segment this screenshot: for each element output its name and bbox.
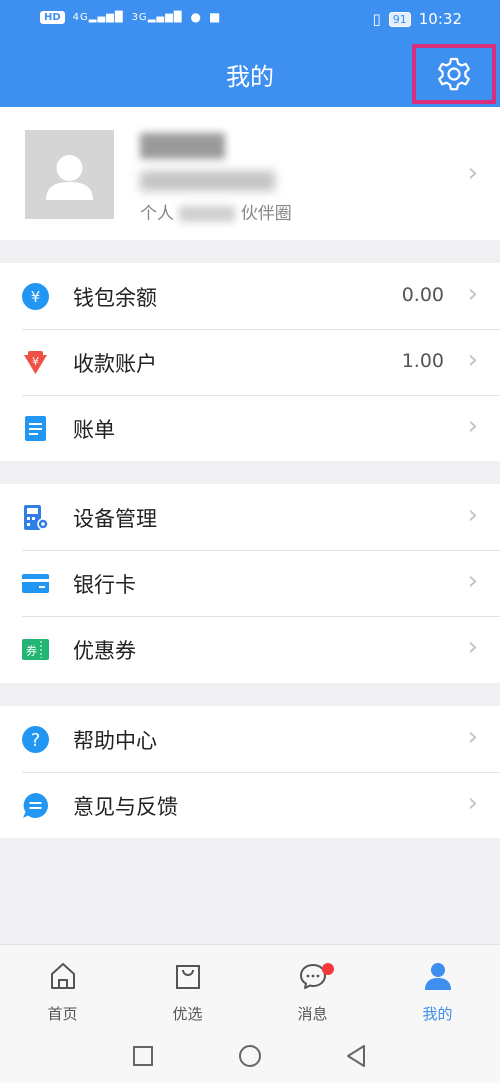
shopping-bag-icon (176, 965, 200, 989)
clock: 10:32 (418, 10, 462, 28)
chevron-right-icon: › (467, 788, 478, 818)
payment-account-label: 收款账户 (73, 352, 157, 376)
profile-card[interactable]: 个人 伙伴圈 › (0, 107, 500, 240)
bank-card-label: 银行卡 (73, 573, 136, 597)
svg-text:?: ? (31, 730, 41, 751)
person-icon (425, 963, 451, 990)
chevron-right-icon: › (467, 566, 478, 596)
wallet-balance-label: 钱包余额 (73, 286, 157, 310)
coupon-label: 优惠券 (73, 639, 136, 663)
yen-circle-icon: ¥ (22, 283, 49, 310)
svg-text:¥: ¥ (31, 288, 41, 306)
settings-button[interactable] (412, 44, 496, 104)
wallet-balance-value: 0.00 (401, 284, 444, 306)
avatar (25, 130, 114, 219)
home-icon (51, 963, 75, 989)
menu-group-finance: ¥ 钱包余额 0.00 › ¥ 收款账户 1.00 › 账单 › (0, 263, 500, 461)
feedback-label: 意见与反馈 (73, 795, 178, 819)
menu-group-support: ? 帮助中心 › 意见与反馈 › (0, 706, 500, 838)
system-navigation-bar (0, 1028, 500, 1083)
tab-mine[interactable]: 我的 (375, 945, 500, 1029)
vibrate-icon: ▯ (372, 10, 381, 28)
coupon-icon: 券 (22, 639, 49, 660)
chevron-right-icon: › (467, 500, 478, 530)
svg-text:¥: ¥ (32, 355, 39, 368)
tab-home[interactable]: 首页 (0, 945, 125, 1029)
wallet-balance-row[interactable]: ¥ 钱包余额 0.00 › (0, 263, 500, 329)
feedback-chat-icon (23, 793, 48, 818)
gear-icon (438, 57, 470, 91)
help-icon: ? (22, 726, 49, 753)
credit-card-icon (22, 574, 49, 593)
device-management-label: 设备管理 (73, 507, 157, 531)
app-notification-icon: ● (190, 10, 201, 24)
chevron-right-icon: › (467, 279, 478, 309)
tab-featured[interactable]: 优选 (125, 945, 250, 1029)
profile-phone-redacted (140, 171, 275, 191)
tab-home-label: 首页 (47, 1005, 78, 1023)
chevron-right-icon: › (467, 345, 478, 375)
device-management-row[interactable]: 设备管理 › (0, 484, 500, 550)
chevron-right-icon: › (467, 722, 478, 752)
payment-account-value: 1.00 (401, 350, 444, 372)
bill-label: 账单 (73, 418, 115, 442)
coupon-row[interactable]: 券 优惠券 › (0, 616, 500, 682)
feedback-row[interactable]: 意见与反馈 › (0, 772, 500, 838)
home-circle-icon[interactable] (238, 1044, 262, 1068)
help-center-row[interactable]: ? 帮助中心 › (0, 706, 500, 772)
tab-mine-label: 我的 (422, 1005, 453, 1023)
status-bar: HD 4G▂▄▆█ 3G▂▄▆█ ● ■ ▯ 91 10:32 (0, 0, 500, 40)
bottom-tab-bar: 首页 优选 消息 我的 (0, 944, 500, 1029)
top-nav-bar: 我的 (0, 40, 500, 107)
recent-apps-icon[interactable] (132, 1045, 154, 1067)
chevron-right-icon: › (467, 411, 478, 441)
device-settings-icon (24, 505, 49, 530)
bill-document-icon (25, 416, 46, 441)
svg-text:券: 券 (26, 644, 37, 658)
status-right: ▯ 91 10:32 (373, 10, 463, 28)
signal-4g: 4G▂▄▆█ (72, 11, 124, 23)
profile-name-redacted (140, 133, 225, 159)
tab-featured-label: 优选 (172, 1005, 203, 1023)
person-icon (46, 155, 93, 200)
chevron-right-icon: › (467, 632, 478, 662)
help-center-label: 帮助中心 (73, 729, 157, 753)
payment-account-row[interactable]: ¥ 收款账户 1.00 › (0, 329, 500, 395)
bill-row[interactable]: 账单 › (0, 395, 500, 461)
redacted-text (179, 206, 236, 222)
battery-indicator: 91 (388, 11, 411, 27)
tab-messages[interactable]: 消息 (250, 945, 375, 1029)
bank-card-row[interactable]: 银行卡 › (0, 550, 500, 616)
back-icon[interactable] (345, 1044, 367, 1068)
notification-dot (322, 963, 334, 975)
app-notification-icon-2: ■ (208, 10, 221, 24)
receive-money-icon: ¥ (24, 351, 47, 374)
partner-circle-link: 个人 伙伴圈 (140, 204, 292, 224)
status-left: HD 4G▂▄▆█ 3G▂▄▆█ ● ■ (40, 10, 220, 24)
menu-group-devices: 设备管理 › 银行卡 › 券 优惠券 › (0, 484, 500, 683)
tab-messages-label: 消息 (297, 1005, 328, 1023)
chevron-right-icon: › (467, 158, 478, 188)
hd-badge: HD (40, 10, 65, 24)
signal-3g: 3G▂▄▆█ (131, 11, 183, 23)
